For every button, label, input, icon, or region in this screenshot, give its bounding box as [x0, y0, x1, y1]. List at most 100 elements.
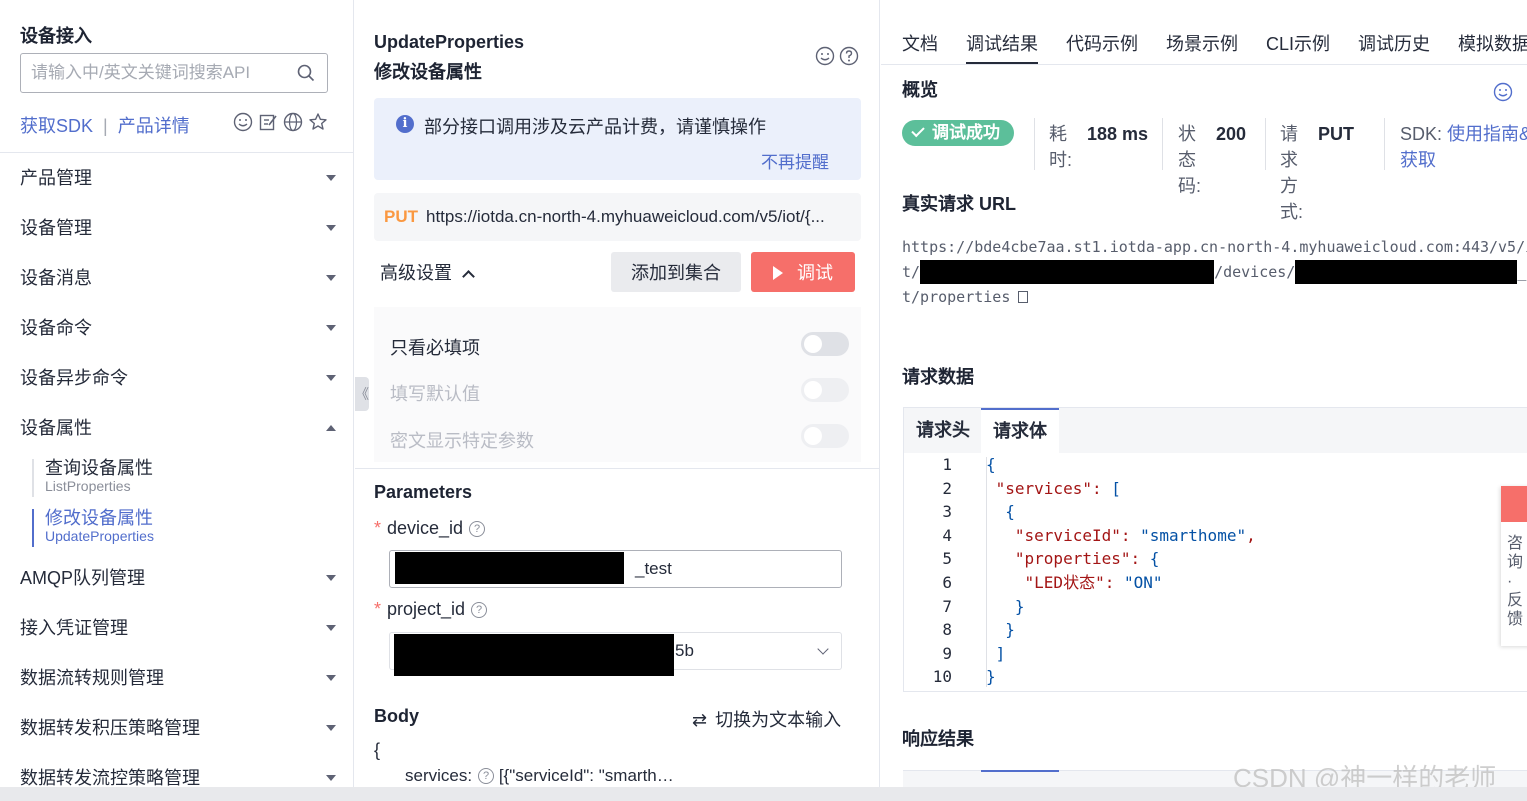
debug-button-label: 调试 — [797, 263, 833, 283]
menu-item-device-command[interactable]: 设备命令 — [0, 303, 353, 353]
smile-icon[interactable] — [1493, 82, 1513, 107]
code-text[interactable]: "LED状态": "ON" — [986, 571, 1163, 595]
tab-debug-result[interactable]: 调试结果 — [966, 30, 1038, 64]
product-details-link[interactable]: 产品详情 — [118, 116, 190, 136]
code-text[interactable]: "services": [ — [986, 477, 1121, 501]
menu-item-label: 数据转发流控策略管理 — [20, 768, 200, 788]
tab-code-examples[interactable]: 代码示例 — [1066, 30, 1138, 64]
tabs-divider — [881, 64, 1527, 65]
help-icon[interactable]: ? — [469, 521, 486, 537]
menu-item-label: 产品管理 — [20, 168, 92, 188]
swap-icon: ⇄ — [692, 710, 708, 730]
feedback-widget[interactable]: 咨询·反馈 — [1501, 486, 1527, 646]
tab-request-body[interactable]: 请求体 — [981, 408, 1059, 453]
real-url-title: 真实请求 URL — [902, 194, 1016, 214]
tab-mock-data[interactable]: 模拟数据 — [1458, 30, 1527, 64]
code-text[interactable]: ] — [986, 642, 1006, 666]
play-icon — [773, 266, 783, 280]
tab-request-headers[interactable]: 请求头 — [904, 408, 982, 453]
caret-down-icon — [326, 375, 336, 381]
caret-down-icon — [326, 675, 336, 681]
menu-item-amqp[interactable]: AMQP队列管理 — [0, 553, 353, 603]
globe-icon[interactable] — [283, 112, 303, 132]
caret-down-icon — [326, 275, 336, 281]
menu-item-device-properties[interactable]: 设备属性 — [0, 403, 353, 453]
get-sdk-link[interactable]: 获取SDK — [20, 116, 93, 136]
code-text[interactable]: { — [986, 500, 1015, 524]
copy-icon[interactable] — [1018, 291, 1029, 303]
code-text[interactable]: "properties": { — [986, 547, 1160, 571]
request-url: https://iotda.cn-north-4.myhuaweicloud.c… — [426, 207, 825, 226]
code-text[interactable]: } — [986, 665, 996, 689]
required-only-switch[interactable] — [801, 332, 849, 356]
menu-item-product-mgmt[interactable]: 产品管理 — [0, 153, 353, 203]
code-text[interactable]: } — [986, 618, 1015, 642]
switch-to-text-input[interactable]: ⇄ 切换为文本输入 — [692, 706, 841, 732]
menu-item-device-mgmt[interactable]: 设备管理 — [0, 203, 353, 253]
tab-debug-history[interactable]: 调试历史 — [1358, 30, 1430, 64]
option-required-only: 只看必填项 — [390, 338, 480, 358]
body-services-row: services:? [{"serviceId": "smarth… — [405, 766, 674, 786]
tab-scenarios[interactable]: 场景示例 — [1166, 30, 1238, 64]
caret-down-icon — [326, 325, 336, 331]
submenu-label-cn: 查询设备属性 — [45, 458, 153, 478]
tab-cli-examples[interactable]: CLI示例 — [1266, 30, 1330, 64]
link-separator: | — [103, 116, 108, 136]
help-icon[interactable]: ? — [478, 768, 495, 784]
services-value[interactable]: [{"serviceId": "smarth… — [499, 766, 674, 785]
smile-icon[interactable] — [815, 46, 835, 71]
code-line: 10} — [904, 665, 1527, 689]
stat-value: PUT — [1318, 124, 1354, 144]
redacted-region — [1295, 260, 1518, 284]
api-search-box[interactable] — [20, 53, 328, 93]
smile-icon[interactable] — [233, 112, 253, 132]
device-id-value: _test — [635, 559, 672, 578]
submenu-item-list-properties[interactable]: 查询设备属性 ListProperties — [0, 453, 353, 503]
fill-defaults-switch[interactable] — [801, 378, 849, 402]
code-lines: 1{2 "services": [3 {4 "serviceId": "smar… — [904, 453, 1527, 689]
horizontal-scrollbar[interactable] — [0, 787, 1527, 801]
code-line: 2 "services": [ — [904, 477, 1527, 501]
debug-button[interactable]: 调试 — [751, 252, 855, 292]
code-text[interactable]: "serviceId": "smarthome", — [986, 524, 1256, 548]
sidebar-links: 获取SDK | 产品详情 — [20, 112, 190, 138]
dont-remind-link[interactable]: 不再提醒 — [761, 148, 829, 173]
help-icon[interactable]: ? — [471, 602, 488, 618]
stat-label: 请求方式: — [1280, 124, 1304, 222]
star-icon[interactable] — [308, 112, 328, 132]
code-line: 6 "LED状态": "ON" — [904, 571, 1527, 595]
menu-item-label: 设备异步命令 — [20, 368, 128, 388]
stat-method: 请求方式: PUT — [1280, 121, 1354, 225]
result-tabs: 文档 调试结果 代码示例 场景示例 CLI示例 调试历史 模拟数据 — [902, 30, 1527, 64]
required-mark: * — [374, 518, 382, 538]
search-icon[interactable] — [297, 64, 315, 87]
section-divider — [355, 468, 879, 469]
code-text[interactable]: } — [986, 595, 1025, 619]
menu-item-flow-rules[interactable]: 数据流转规则管理 — [0, 653, 353, 703]
cipher-display-switch[interactable] — [801, 424, 849, 448]
result-panel: 文档 调试结果 代码示例 场景示例 CLI示例 调试历史 模拟数据 概览 调试成… — [881, 0, 1527, 801]
left-sidebar: 设备接入 获取SDK | 产品详情 产品管理 设备管理 设备消息 设备命令 设备异步… — [0, 0, 354, 801]
tab-docs[interactable]: 文档 — [902, 30, 938, 64]
caret-down-icon — [326, 575, 336, 581]
stat-label: 耗时: — [1049, 124, 1073, 170]
body-open-brace: { — [374, 740, 381, 760]
add-to-collection-button[interactable]: 添加到集合 — [611, 252, 741, 292]
help-icon[interactable] — [839, 46, 859, 71]
option-fill-defaults: 填写默认值 — [390, 384, 480, 404]
menu-item-async-command[interactable]: 设备异步命令 — [0, 353, 353, 403]
collapse-panel-handle[interactable]: 《 — [355, 377, 369, 411]
submenu-item-update-properties[interactable]: 修改设备属性 UpdateProperties — [0, 503, 353, 553]
line-number: 10 — [932, 667, 952, 687]
overview-title: 概览 — [902, 80, 938, 100]
menu-item-credentials[interactable]: 接入凭证管理 — [0, 603, 353, 653]
api-search-input[interactable] — [21, 54, 281, 92]
menu-item-backlog-policy[interactable]: 数据转发积压策略管理 — [0, 703, 353, 753]
switch-label: 切换为文本输入 — [715, 710, 842, 730]
edit-icon[interactable] — [258, 112, 278, 132]
advanced-settings-toggle[interactable]: 高级设置 — [380, 259, 475, 285]
body-title: Body — [374, 706, 419, 726]
code-text[interactable]: { — [986, 453, 996, 477]
sidebar-title: 设备接入 — [20, 26, 92, 46]
menu-item-device-message[interactable]: 设备消息 — [0, 253, 353, 303]
